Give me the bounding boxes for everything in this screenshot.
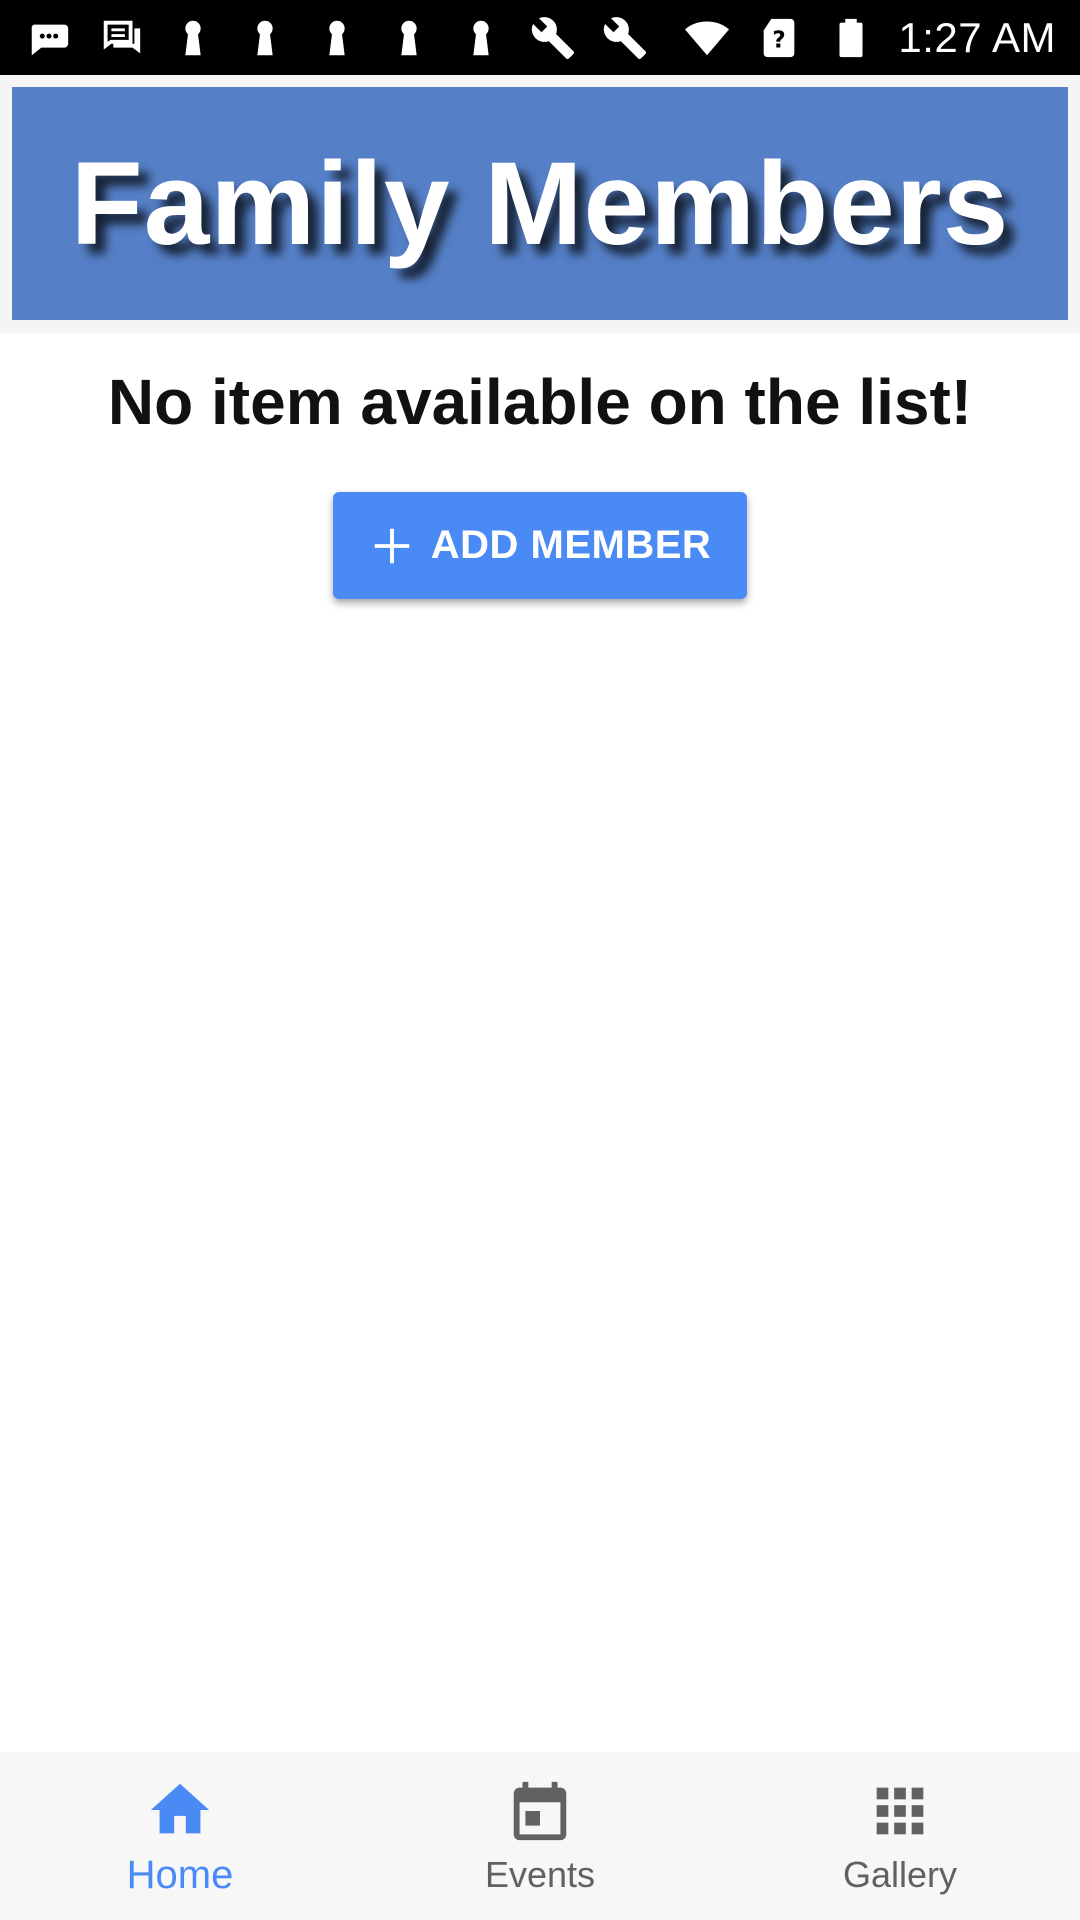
keyhole-icon [312,13,362,63]
nav-item-gallery[interactable]: Gallery [720,1752,1080,1920]
bottom-navigation: Home Events Gallery [0,1752,1080,1920]
status-time: 1:27 AM [898,13,1056,61]
status-bar: ? 1:27 AM [0,0,1080,75]
keyhole-icon [456,13,506,63]
header-banner: Family Members [12,87,1068,320]
nav-label-gallery: Gallery [842,1854,958,1895]
add-member-button[interactable]: ADD MEMBER [333,492,747,599]
nav-item-events[interactable]: Events [360,1752,720,1920]
keyhole-icon [384,13,434,63]
plus-icon [369,523,415,569]
page-title: Family Members [70,137,1010,270]
keyhole-icon [168,13,218,63]
app-screen: ? 1:27 AM Family Members No item availab… [0,0,1080,1920]
nav-label-home: Home [126,1852,234,1897]
system-icons: ? 1:27 AM [682,13,1056,63]
svg-text:?: ? [773,27,786,53]
home-icon [145,1775,215,1845]
wrench-icon [528,13,578,63]
sms-more-icon [24,13,74,63]
empty-list-message: No item available on the list! [107,366,973,438]
add-member-label: ADD MEMBER [430,523,712,567]
notification-icons [24,13,650,63]
calendar-icon [505,1776,575,1846]
nav-label-events: Events [484,1854,596,1895]
battery-icon [826,13,876,63]
nav-item-home[interactable]: Home [0,1752,360,1920]
chat-icon [96,13,146,63]
keyhole-icon [240,13,290,63]
grid-icon [865,1776,935,1846]
no-sim-icon: ? [754,13,804,63]
wifi-icon [682,13,732,63]
wrench-icon [600,13,650,63]
header: Family Members [0,75,1080,333]
